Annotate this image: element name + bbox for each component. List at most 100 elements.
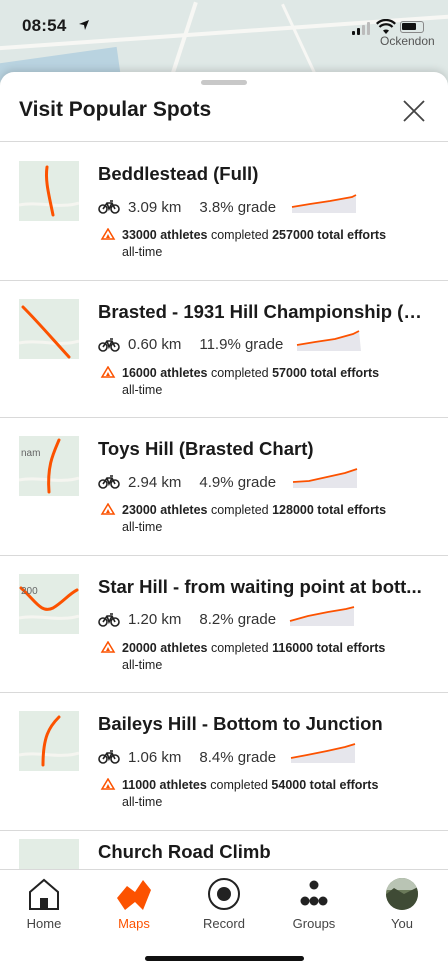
segment-grade: 4.9% grade — [199, 473, 277, 491]
completed-text: completed — [207, 503, 273, 517]
segment-grade: 11.9% grade — [199, 336, 284, 353]
status-time: 08:54 — [22, 16, 67, 35]
tab-label: Home — [26, 916, 62, 931]
laurel-icon — [100, 640, 116, 653]
segment-distance: 1.06 km — [128, 748, 182, 766]
list-item[interactable]: Brasted - 1931 Hill Championship (E... 0… — [0, 281, 448, 418]
tab-you[interactable]: You — [366, 876, 438, 936]
athlete-count: 20000 athletes — [122, 640, 208, 655]
elevation-profile — [292, 468, 358, 488]
cell-signal-icon — [352, 22, 370, 35]
elevation-profile — [289, 605, 355, 626]
tab-label: You — [391, 916, 413, 931]
segment-stats: 1.20 km 8.2% grade — [98, 610, 276, 630]
close-icon[interactable] — [398, 95, 430, 127]
tab-label: Groups — [292, 916, 336, 931]
sheet-grabber[interactable] — [201, 80, 247, 85]
status-bar: 08:54 Ockendon — [0, 0, 448, 60]
segment-grade: 8.2% grade — [199, 611, 277, 628]
maps-icon — [117, 880, 151, 910]
bike-icon — [98, 337, 120, 352]
segment-distance: 0.60 km — [128, 336, 182, 353]
segment-grade: 3.8% grade — [199, 198, 277, 216]
tab-bar: Home Maps Record Groups You — [0, 869, 448, 970]
effort-count: 54000 total efforts — [271, 778, 379, 792]
laurel-icon — [100, 778, 116, 790]
athlete-count: 23000 athletes — [122, 503, 208, 517]
home-indicator — [145, 956, 304, 961]
segment-list: Beddlestead (Full) 3.09 km 3.8% grade 33… — [0, 143, 448, 899]
segment-name: Toys Hill (Brasted Chart) — [98, 438, 314, 459]
wifi-icon — [376, 19, 396, 34]
completed-text: completed — [207, 228, 273, 242]
segment-efforts: 20000 athletes completed 116000 total ef… — [100, 640, 420, 674]
tab-record[interactable]: Record — [188, 876, 260, 936]
segment-stats: 0.60 km 11.9% grade — [98, 335, 283, 355]
athlete-count: 16000 athletes — [122, 365, 208, 380]
segment-map-thumbnail — [19, 711, 79, 771]
segment-name: Baileys Hill - Bottom to Junction — [98, 713, 383, 734]
tab-label: Record — [203, 916, 245, 931]
effort-period: all-time — [122, 382, 163, 397]
segment-distance: 1.20 km — [128, 611, 182, 628]
bike-icon — [98, 612, 120, 627]
segment-distance: 3.09 km — [128, 198, 182, 216]
laurel-icon — [100, 365, 116, 378]
athlete-count: 33000 athletes — [122, 228, 208, 242]
completed-text: completed — [207, 640, 273, 655]
record-icon — [208, 878, 240, 910]
home-icon — [29, 878, 59, 910]
tab-home[interactable]: Home — [8, 876, 80, 936]
effort-count: 128000 total efforts — [272, 503, 387, 517]
elevation-profile — [291, 194, 357, 213]
bike-icon — [98, 750, 120, 764]
bike-icon — [98, 200, 120, 214]
list-item[interactable]: nam Toys Hill (Brasted Chart) 2.94 km 4.… — [0, 418, 448, 556]
effort-count: 57000 total efforts — [272, 365, 380, 380]
segment-name: Star Hill - from waiting point at bott..… — [98, 575, 422, 597]
segment-name: Church Road Climb — [98, 840, 271, 862]
battery-icon — [400, 21, 424, 33]
list-item[interactable]: Beddlestead (Full) 3.09 km 3.8% grade 33… — [0, 143, 448, 281]
segment-grade: 8.4% grade — [199, 748, 277, 766]
segment-efforts: 11000 athletes completed 54000 total eff… — [100, 777, 420, 811]
effort-period: all-time — [122, 245, 163, 259]
map-label: 200 — [21, 586, 38, 597]
completed-text: completed — [207, 365, 273, 380]
completed-text: completed — [206, 778, 272, 792]
sheet-header: Visit Popular Spots — [0, 90, 448, 142]
segment-stats: 3.09 km 3.8% grade — [98, 197, 276, 217]
segment-map-thumbnail — [19, 161, 79, 221]
effort-period: all-time — [122, 657, 163, 672]
list-item[interactable]: 200 Star Hill - from waiting point at bo… — [0, 556, 448, 693]
location-arrow-icon — [79, 20, 89, 30]
effort-count: 257000 total efforts — [272, 228, 387, 242]
athlete-count: 11000 athletes — [122, 778, 207, 792]
map-label: nam — [21, 448, 40, 459]
segment-name: Beddlestead (Full) — [98, 163, 259, 184]
elevation-profile — [290, 743, 356, 763]
list-item[interactable]: Baileys Hill - Bottom to Junction 1.06 k… — [0, 693, 448, 831]
segment-efforts: 33000 athletes completed 257000 total ef… — [100, 227, 420, 261]
segment-map-thumbnail: nam — [19, 436, 79, 496]
sheet-title: Visit Popular Spots — [19, 98, 212, 121]
segment-name: Brasted - 1931 Hill Championship (E... — [98, 300, 428, 322]
tab-maps[interactable]: Maps — [98, 876, 170, 936]
effort-count: 116000 total efforts — [272, 640, 386, 655]
tab-groups[interactable]: Groups — [278, 876, 350, 936]
elevation-profile — [296, 329, 361, 351]
segment-distance: 2.94 km — [128, 473, 182, 491]
segment-efforts: 16000 athletes completed 57000 total eff… — [100, 365, 420, 399]
avatar-icon — [386, 878, 418, 910]
laurel-icon — [100, 228, 116, 240]
laurel-icon — [100, 503, 116, 515]
segment-map-thumbnail — [19, 298, 79, 359]
segment-stats: 1.06 km 8.4% grade — [98, 747, 276, 767]
effort-period: all-time — [122, 520, 163, 534]
popular-spots-sheet: Visit Popular Spots Beddlestead (Full) 3… — [0, 72, 448, 970]
map-place-label: Ockendon — [380, 34, 435, 48]
segment-efforts: 23000 athletes completed 128000 total ef… — [100, 502, 420, 536]
effort-period: all-time — [122, 795, 163, 809]
bike-icon — [98, 475, 120, 489]
segment-stats: 2.94 km 4.9% grade — [98, 472, 276, 492]
